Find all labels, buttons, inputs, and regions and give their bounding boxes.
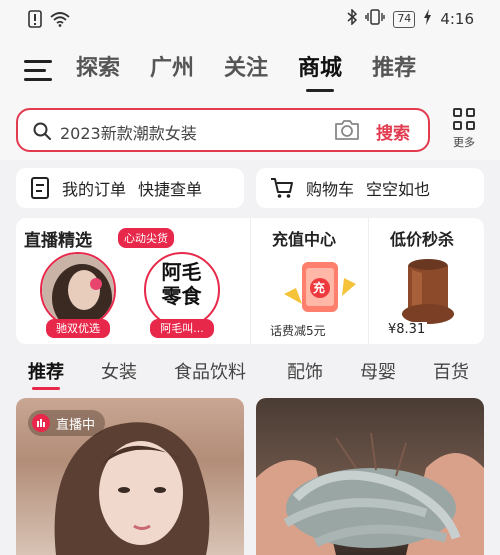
recharge-icon-label: 充 [313,281,326,295]
vibrate-icon [365,9,386,29]
avatar-text-line: 阿毛 [161,260,202,284]
tab-mall[interactable]: 商城 [298,54,342,92]
avatar: 阿毛 零食 [144,252,220,328]
grid-icon [453,108,475,130]
cart-button[interactable]: 购物车 空空如也 [256,168,484,208]
top-header: 探索 广州 关注 商城 推荐 [0,38,500,100]
charging-icon [423,9,432,29]
search-button[interactable]: 搜索 [376,119,410,144]
tab-following[interactable]: 关注 [224,54,268,84]
divider [368,218,369,344]
feed-card-live[interactable]: 直播中 [16,398,244,555]
live-section-badge: 心动尖货 [118,228,174,248]
flash-sale-price: ¥8.31 [386,322,428,337]
cart-icon [270,177,294,199]
live-bars-icon [32,414,50,432]
camera-icon[interactable] [333,118,361,146]
avatar [40,252,116,328]
wifi-icon [50,11,70,31]
order-list-icon [30,177,50,199]
category-recommend[interactable]: 推荐 [28,358,64,390]
category-general[interactable]: 百货 [433,358,469,384]
feed-card-product[interactable] [256,398,484,555]
live-status-label: 直播中 [56,417,96,433]
category-maternity[interactable]: 母婴 [360,358,396,384]
cart-sub: 空空如也 [366,180,431,199]
live-host-1[interactable]: 驰双优选 [40,252,116,338]
live-host-tag: 阿毛叫... [150,319,214,338]
live-status-badge: 直播中 [28,410,106,436]
bluetooth-icon [347,8,358,29]
category-accessories[interactable]: 配饰 [287,358,323,384]
live-host-tag: 驰双优选 [46,319,110,338]
search-icon [32,121,52,145]
recharge-sub: 话费减5元 [270,324,326,338]
divider [250,218,251,344]
recharge-title: 充值中心 [272,230,337,249]
clock: 4:16 [440,10,474,28]
cart-label: 购物车 [306,180,355,199]
tab-explore[interactable]: 探索 [76,54,120,84]
shrimp-product-image [256,432,484,555]
search-placeholder: 2023新款潮款女装 [60,124,197,143]
flash-sale-title: 低价秒杀 [390,230,455,249]
category-food-drink[interactable]: 食品饮料 [174,358,246,384]
top-tabs: 探索 广州 关注 商城 推荐 [76,54,416,92]
more-button[interactable]: 更多 [449,108,479,150]
orders-label: 我的订单 [62,180,127,199]
tab-guangzhou[interactable]: 广州 [150,54,194,84]
live-section-title[interactable]: 直播精选 [24,226,92,251]
orders-sub: 快捷查单 [138,180,203,199]
search-input[interactable]: 2023新款潮款女装 搜索 [16,108,430,152]
my-orders-button[interactable]: 我的订单 快捷查单 [16,168,244,208]
tab-recommend[interactable]: 推荐 [372,54,416,84]
avatar-text-line: 零食 [161,284,202,308]
more-label: 更多 [453,136,475,149]
menu-icon[interactable] [24,60,52,82]
status-bar: 74 4:16 [0,0,500,38]
battery-indicator: 74 [393,10,416,28]
category-women[interactable]: 女装 [101,358,137,384]
promo-panel: 直播精选 心动尖货 驰双优选 阿毛 零食 阿毛叫... 充值中心 充 话费减5元… [16,218,484,344]
alert-icon [28,10,42,32]
live-host-2[interactable]: 阿毛 零食 阿毛叫... [144,252,220,338]
category-tabs: 推荐 女装 食品饮料 配饰 母婴 百货 [0,352,500,392]
search-row: 2023新款潮款女装 搜索 更多 [0,100,500,160]
